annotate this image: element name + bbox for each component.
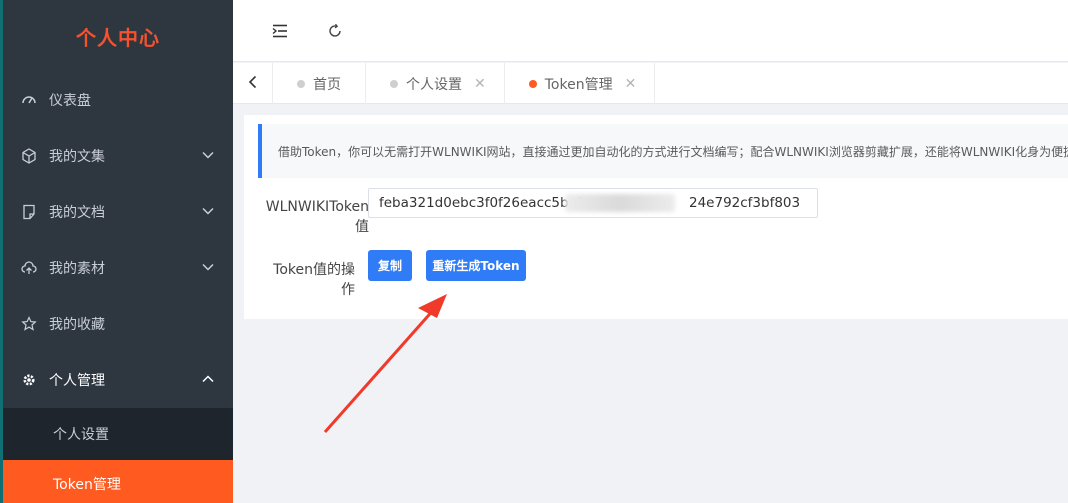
sidebar-item-materials[interactable]: 我的素材	[3, 240, 233, 296]
cube-icon	[21, 148, 37, 164]
indent-icon[interactable]	[271, 22, 289, 40]
sidebar-item-personal-management[interactable]: 个人管理	[3, 352, 233, 408]
top-header	[233, 0, 1068, 62]
close-icon[interactable]: ✕	[625, 76, 637, 92]
star-icon	[21, 316, 37, 332]
gear-icon	[21, 372, 37, 388]
info-notice: 借助Token，你可以无需打开WLNWIKI网站，直接通过更加自动化的方式进行文…	[258, 124, 1068, 178]
sidebar-item-documents[interactable]: 我的文档	[3, 184, 233, 240]
redaction-blur	[565, 194, 675, 212]
sidebar-item-label: 我的文集	[49, 149, 105, 165]
chevron-down-icon	[201, 204, 215, 222]
refresh-icon[interactable]	[326, 22, 344, 40]
sidebar-item-token-management[interactable]: Token管理	[3, 460, 233, 503]
sidebar-item-label: 我的素材	[49, 261, 105, 277]
sidebar: 个人中心 仪表盘 我的文集 我的文档 我的素材 我的收藏 个人管理 个人设置 T…	[0, 0, 233, 503]
chevron-left-icon	[247, 74, 259, 93]
close-icon[interactable]: ✕	[474, 76, 486, 92]
tab-personal-settings[interactable]: 个人设置 ✕	[366, 63, 505, 104]
sidebar-item-personal-settings[interactable]: 个人设置	[3, 408, 233, 460]
sidebar-item-collections[interactable]: 我的文集	[3, 128, 233, 184]
tab-label: 个人设置	[406, 76, 462, 93]
tab-home[interactable]: 首页	[273, 63, 366, 104]
token-value-field[interactable]: feba321d0ebc3f0f26eacc5bc9 24e792cf3bf80…	[368, 188, 818, 218]
tab-token-management[interactable]: Token管理 ✕	[505, 63, 656, 104]
chevron-up-icon	[201, 372, 215, 390]
tab-bar: 首页 个人设置 ✕ Token管理 ✕	[233, 63, 1068, 104]
tab-status-dot	[390, 79, 398, 88]
sidebar-item-dashboard[interactable]: 仪表盘	[3, 72, 233, 128]
regenerate-token-button[interactable]: 重新生成Token	[426, 250, 526, 281]
tab-status-dot	[528, 79, 537, 88]
app-title: 个人中心	[76, 25, 160, 50]
copy-button[interactable]: 复制	[368, 250, 412, 281]
sidebar-item-label: 我的文档	[49, 205, 105, 221]
document-icon	[21, 204, 37, 220]
tab-label: 首页	[313, 76, 341, 93]
sidebar-item-label: 仪表盘	[49, 93, 91, 109]
cloud-upload-icon	[21, 260, 37, 276]
token-value-label: WLNWIKIToken 值	[265, 199, 369, 235]
tab-label: Token管理	[544, 76, 613, 93]
sidebar-item-favorites[interactable]: 我的收藏	[3, 296, 233, 352]
sidebar-item-label: 我的收藏	[49, 317, 105, 333]
tab-scroll-left[interactable]	[233, 63, 273, 104]
sidebar-item-label: 个人管理	[49, 373, 105, 389]
sidebar-item-label: 个人设置	[53, 427, 109, 443]
notice-text: 借助Token，你可以无需打开WLNWIKI网站，直接通过更加自动化的方式进行文…	[278, 144, 1068, 159]
dashboard-icon	[21, 92, 37, 108]
chevron-down-icon	[201, 148, 215, 166]
submenu-personal-management: 个人设置 Token管理	[3, 408, 233, 503]
token-operations-label: Token值的操 作	[273, 262, 355, 298]
tab-status-dot	[297, 79, 305, 88]
chevron-down-icon	[201, 260, 215, 278]
sidebar-item-label: Token管理	[53, 477, 121, 493]
token-card: 借助Token，你可以无需打开WLNWIKI网站，直接通过更加自动化的方式进行文…	[244, 115, 1068, 319]
